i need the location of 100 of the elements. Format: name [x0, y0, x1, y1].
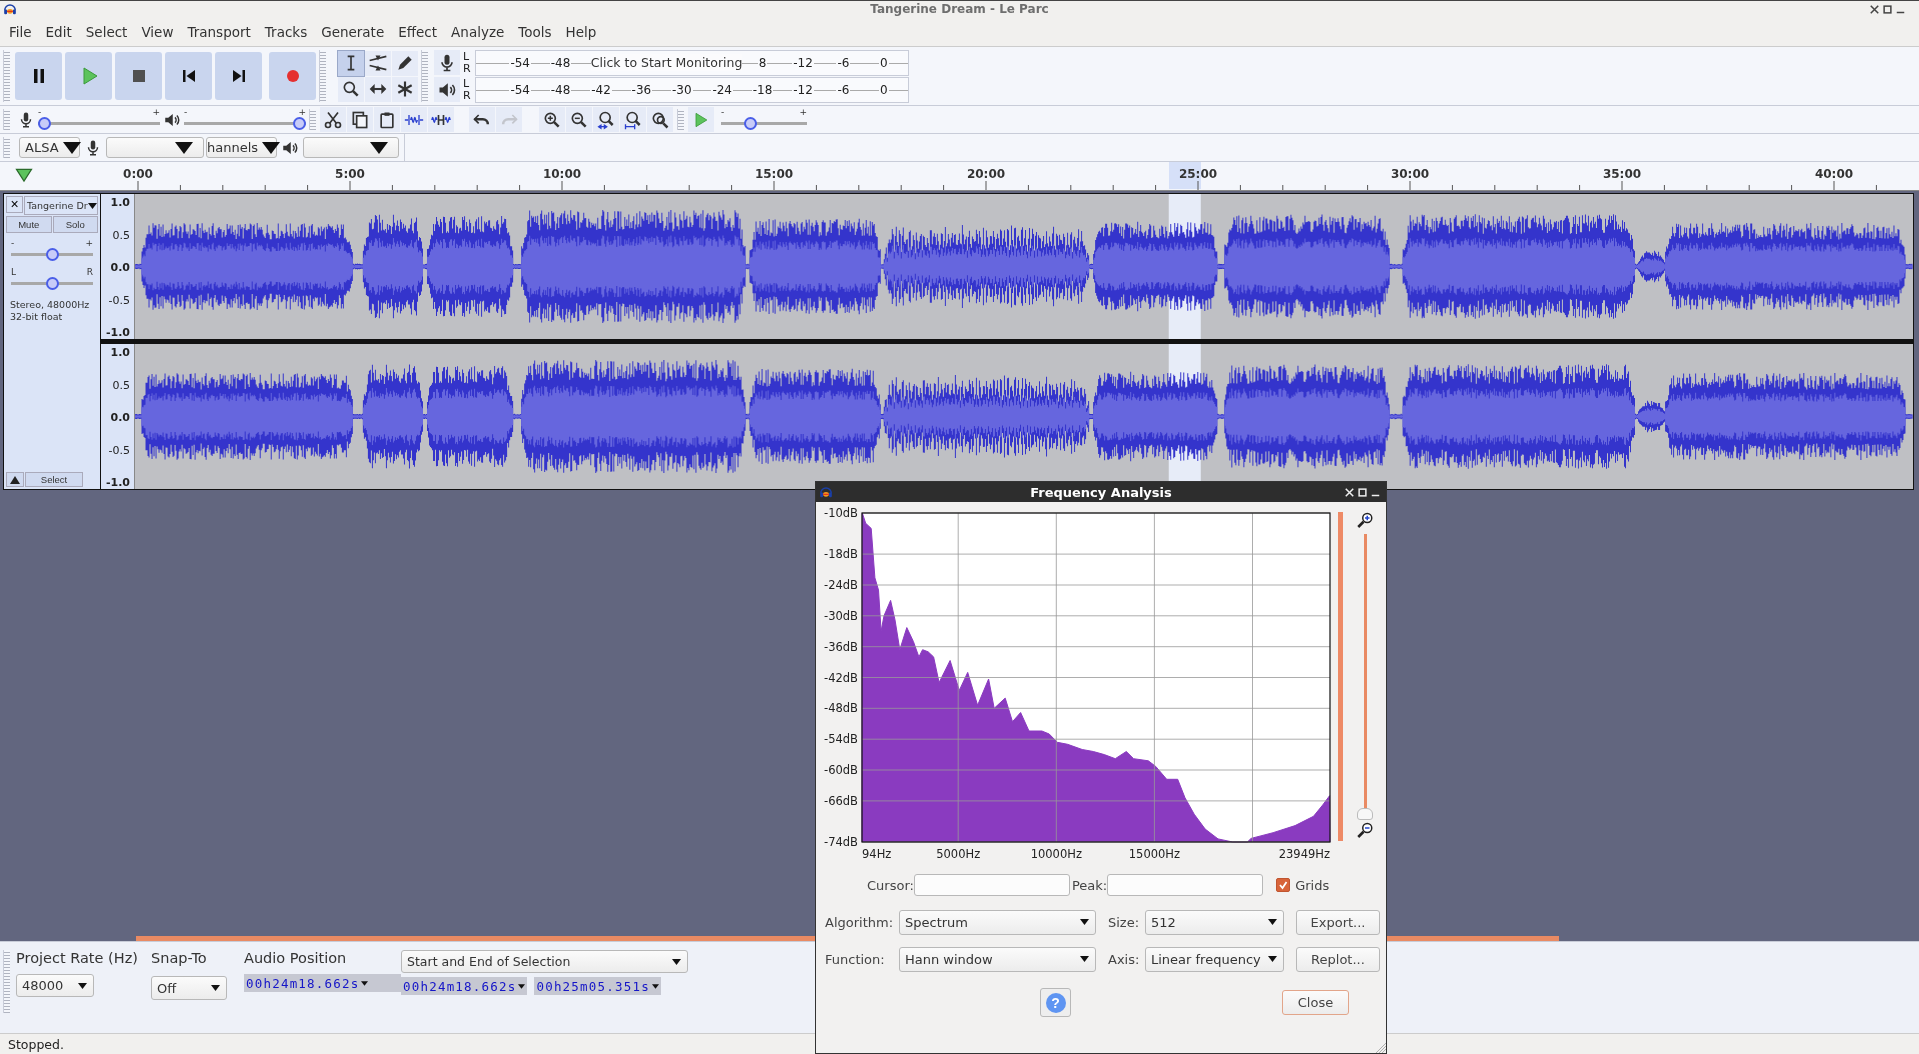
menu-item[interactable]: Analyze [444, 23, 512, 40]
audio-host-dropdown[interactable]: ALSA [19, 137, 80, 158]
amplitude-label: 1.0 [110, 196, 130, 209]
close-icon[interactable] [1870, 4, 1879, 14]
solo-button[interactable]: Solo [52, 216, 98, 233]
draw-tool-button[interactable] [392, 50, 418, 76]
slider-thumb[interactable] [1357, 808, 1373, 820]
peak-field[interactable] [1107, 874, 1264, 896]
record-button[interactable] [269, 52, 316, 100]
time-field[interactable]: 00h24m18.662s [244, 974, 401, 992]
menu-item[interactable]: Tracks [257, 23, 315, 40]
recording-meter[interactable]: -54 -48 Click to Start Monitoring 8 -12 -6 0 [475, 49, 909, 76]
paste-button[interactable] [374, 107, 400, 132]
axis-dropdown[interactable]: Linear frequency [1145, 946, 1284, 972]
trim-button[interactable] [401, 107, 427, 132]
fit-project-button[interactable] [620, 107, 646, 132]
zoom-out-icon[interactable] [1356, 822, 1374, 840]
record-meter-button[interactable] [434, 50, 460, 75]
recording-device-dropdown[interactable] [106, 137, 204, 158]
time-shift-tool-button[interactable] [365, 76, 391, 102]
field-label: Grids [1295, 877, 1330, 893]
time-field[interactable]: 00h25m05.351s [534, 977, 661, 995]
menu-item[interactable]: Generate [314, 23, 392, 40]
toolbar-grip[interactable] [677, 109, 684, 130]
silence-button[interactable] [428, 107, 454, 132]
menu-item[interactable]: View [134, 23, 181, 40]
replot-button[interactable]: Replot... [1296, 946, 1380, 972]
project-rate-dropdown[interactable]: 48000 [16, 974, 94, 997]
copy-button[interactable] [347, 107, 373, 132]
amplitude-label: -1.0 [105, 476, 130, 489]
slider-thumb[interactable] [45, 277, 59, 290]
zoom-toggle-button[interactable] [647, 107, 673, 132]
menu-item[interactable]: Transport [180, 23, 258, 40]
monitoring-prompt[interactable]: Click to Start Monitoring [590, 54, 743, 71]
toolbar-grip[interactable] [3, 950, 10, 1013]
collapse-button[interactable] [6, 472, 24, 487]
dropdown-caret-icon [1268, 956, 1277, 962]
selection-mode-dropdown[interactable]: Start and End of Selection [401, 950, 688, 973]
selection-tool-button[interactable] [338, 50, 364, 76]
menu-item[interactable]: Effect [391, 23, 445, 40]
slider-max-label: R [86, 268, 93, 277]
toolbar-grip[interactable] [3, 137, 10, 158]
axis-label: 5000Hz [936, 847, 981, 861]
dropdown-caret-icon [1080, 956, 1089, 962]
undo-button[interactable] [469, 107, 495, 132]
toolbar-grip[interactable] [3, 50, 10, 102]
axis-label: -30dB [824, 608, 858, 623]
recording-channels-dropdown[interactable]: hannels [206, 137, 277, 158]
fit-selection-button[interactable] [593, 107, 619, 132]
toolbar-grip[interactable] [3, 109, 10, 130]
snap-to-dropdown[interactable]: Off [151, 976, 227, 1000]
dropdown-caret-icon [211, 985, 220, 991]
slider-thumb[interactable] [744, 117, 758, 130]
toolbar-grip[interactable] [319, 50, 326, 102]
magnifier-icon [341, 79, 361, 99]
envelope-tool-button[interactable] [365, 50, 391, 76]
pause-button[interactable] [15, 52, 62, 100]
multi-tool-button[interactable] [392, 76, 418, 102]
resize-grip-icon[interactable] [1374, 1041, 1386, 1053]
skip-to-start-button[interactable] [165, 52, 212, 100]
menu-item[interactable]: Edit [38, 23, 79, 40]
close-button[interactable]: Close [1282, 990, 1349, 1015]
slider-thumb[interactable] [45, 248, 59, 261]
maximize-icon[interactable] [1883, 4, 1892, 14]
stop-button[interactable] [115, 52, 162, 100]
zoom-in-icon[interactable] [1356, 512, 1374, 530]
playback-meter-button[interactable] [434, 77, 460, 102]
toolbar-grip[interactable] [309, 109, 316, 130]
export-button[interactable]: Export... [1296, 909, 1380, 935]
track-name-menu[interactable]: Tangerine Dr [24, 196, 98, 215]
zoom-out-button[interactable] [566, 107, 592, 132]
zoom-in-button[interactable] [539, 107, 565, 132]
track-info: 32-bit float [10, 311, 64, 323]
scrollbar-thumb[interactable] [1338, 512, 1343, 841]
zoom-tool-button[interactable] [338, 76, 364, 102]
menu-item[interactable]: Tools [511, 23, 559, 40]
menu-item[interactable]: Help [558, 23, 604, 40]
algorithm-dropdown[interactable]: Spectrum [899, 909, 1096, 935]
select-track-button[interactable]: Select [25, 472, 83, 487]
meter-scale-label: -36 [630, 82, 653, 97]
channel-label: L [463, 77, 471, 90]
grids-checkbox[interactable] [1276, 878, 1291, 892]
size-dropdown[interactable]: 512 [1145, 909, 1284, 935]
slider-thumb[interactable] [293, 117, 306, 130]
menu-item[interactable]: File [2, 23, 39, 40]
playback-device-dropdown[interactable] [303, 137, 399, 158]
slider-thumb[interactable] [38, 117, 51, 130]
axis-label: 15000Hz [1128, 847, 1181, 861]
skip-to-end-button[interactable] [215, 52, 262, 100]
slider-min-label: L [11, 268, 16, 277]
menu-item[interactable]: Select [78, 23, 135, 40]
time-label: 0:00 [123, 167, 153, 181]
cut-button[interactable] [320, 107, 346, 132]
function-dropdown[interactable]: Hann window [899, 946, 1096, 972]
time-field[interactable]: 00h24m18.662s [401, 977, 528, 995]
playback-meter[interactable]: -54 -48 -42 -36 -30 -24 -18 -12 -6 0 [475, 76, 909, 103]
close-track-button[interactable]: × [6, 196, 23, 213]
cursor-field[interactable] [913, 874, 1070, 896]
toolbar-grip[interactable] [421, 50, 428, 102]
mute-button[interactable]: Mute [6, 216, 52, 233]
